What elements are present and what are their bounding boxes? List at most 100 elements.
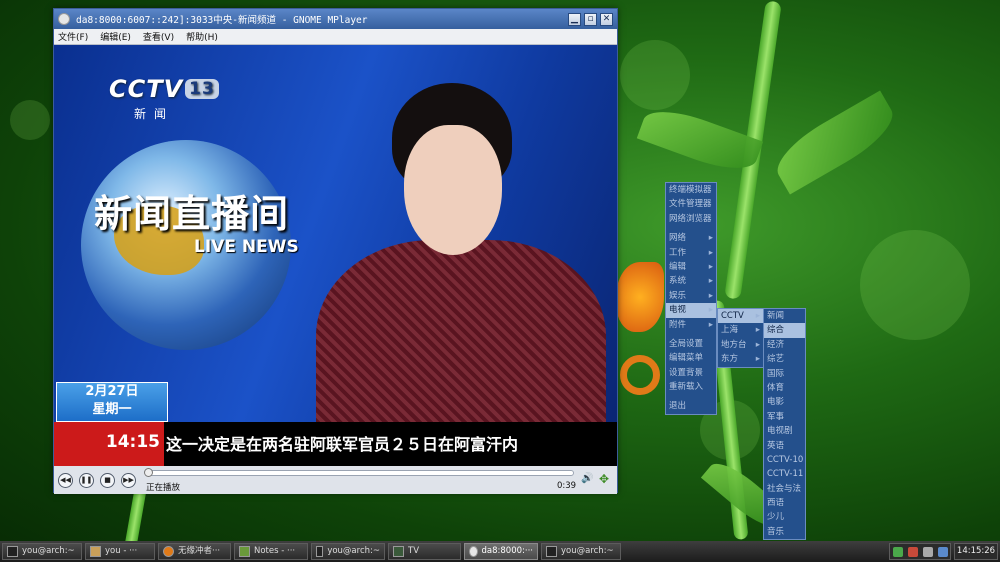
program-title: 新闻直播间 <box>94 192 290 236</box>
submenu-item-dongfang[interactable]: 东方 <box>718 352 763 367</box>
taskbar-item-label: you@arch:~ <box>22 546 75 556</box>
seek-bar[interactable] <box>144 468 574 477</box>
mplayer-app-icon[interactable] <box>58 13 70 25</box>
desktop-menu: 终端模拟器 文件管理器 网络浏览器 网络 工作 编辑 系统 娱乐 电视 附件 全… <box>665 182 717 415</box>
taskbar-item-terminal[interactable]: you@arch:~ <box>311 543 385 560</box>
taskbar-item-mplayer[interactable]: da8:8000:··· <box>464 543 538 560</box>
terminal-icon <box>7 546 18 557</box>
menu-item-work[interactable]: 工作 <box>666 246 716 261</box>
tv-submenu: CCTV 上海 地方台 东方 <box>717 308 764 368</box>
date-box: 2月27日 星期一 <box>56 382 168 422</box>
channel-item[interactable]: 西语 <box>764 496 805 510</box>
menu-item-terminal[interactable]: 终端模拟器 <box>666 183 716 197</box>
chameleon-icon <box>616 262 664 332</box>
menu-bar: 文件(F) 编辑(E) 查看(V) 帮助(H) <box>54 29 617 45</box>
system-tray <box>889 543 951 560</box>
volume-tray-icon[interactable] <box>907 546 918 557</box>
channel-item[interactable]: 英语 <box>764 439 805 453</box>
channel-item[interactable]: 电视剧 <box>764 424 805 438</box>
clock[interactable]: 14:15:26 <box>954 543 998 560</box>
fullscreen-icon[interactable]: ✥ <box>599 472 609 486</box>
rewind-icon[interactable]: ◀◀ <box>58 472 73 488</box>
window-title: da8:8000:6007::242]:3033中央-新闻频道 - GNOME … <box>76 15 368 26</box>
seek-knob[interactable] <box>144 468 153 477</box>
menu-item-edit[interactable]: 编辑 <box>666 260 716 275</box>
channel-logo-text: CCTV <box>109 75 184 103</box>
menu-item-entertainment[interactable]: 娱乐 <box>666 289 716 304</box>
title-bar[interactable]: da8:8000:6007::242]:3033中央-新闻频道 - GNOME … <box>54 9 617 29</box>
menu-item-tv[interactable]: 电视 <box>666 303 716 318</box>
channel-item[interactable]: 经济 <box>764 338 805 352</box>
menu-item-set-background[interactable]: 设置背景 <box>666 366 716 380</box>
menu-item-browser[interactable]: 网络浏览器 <box>666 212 716 226</box>
taskbar-item-label: you@arch:~ <box>327 546 380 556</box>
taskbar-item-label: TV <box>408 546 420 556</box>
taskbar-item-label: da8:8000:··· <box>481 546 533 556</box>
minimize-button[interactable]: ▁ <box>568 12 581 26</box>
menu-item-reload[interactable]: 重新载入 <box>666 380 716 394</box>
channel-item[interactable]: 体育 <box>764 381 805 395</box>
submenu-item-shanghai[interactable]: 上海 <box>718 323 763 338</box>
submenu-item-local[interactable]: 地方台 <box>718 338 763 353</box>
channel-item[interactable]: 电影 <box>764 395 805 409</box>
update-icon[interactable] <box>937 546 948 557</box>
anchor-face <box>404 125 502 255</box>
channel-item[interactable]: CCTV-11 <box>764 467 805 481</box>
taskbar-item-terminal[interactable]: you@arch:~ <box>541 543 621 560</box>
date-text: 2月27日 <box>85 384 139 399</box>
mplayer-window[interactable]: da8:8000:6007::242]:3033中央-新闻频道 - GNOME … <box>53 8 618 494</box>
submenu-item-cctv[interactable]: CCTV <box>718 309 763 324</box>
menu-help[interactable]: 帮助(H) <box>186 30 218 43</box>
channel-subtitle: 新闻 <box>134 107 175 121</box>
playback-status: 正在播放 <box>146 483 181 493</box>
firefox-icon <box>163 546 174 557</box>
tv-icon <box>393 546 404 557</box>
taskbar-item-label: 无缘冲者··· <box>178 546 221 556</box>
video-area[interactable]: CCTV 13 新闻 新闻直播间 LIVE NEWS 2月27日 星期一 14:1… <box>54 45 617 466</box>
channel-number: 13 <box>185 79 219 99</box>
menu-item-global-settings[interactable]: 全局设置 <box>666 337 716 351</box>
stop-icon[interactable]: ■ <box>100 472 115 488</box>
menu-item-system[interactable]: 系统 <box>666 274 716 289</box>
menu-item-network[interactable]: 网络 <box>666 231 716 246</box>
maximize-button[interactable]: ▫ <box>584 12 597 26</box>
channel-item[interactable]: 国际 <box>764 367 805 381</box>
taskbar-item-terminal[interactable]: you@arch:~ <box>2 543 82 560</box>
menu-file[interactable]: 文件(F) <box>58 30 88 43</box>
taskbar-item-tv[interactable]: TV <box>388 543 461 560</box>
pause-icon[interactable]: ❚❚ <box>79 472 94 488</box>
weekday-text: 星期一 <box>92 402 132 417</box>
chameleon-tail-icon <box>620 355 660 395</box>
ticker-time: 14:15 <box>54 422 164 466</box>
taskbar-item-firefox[interactable]: 无缘冲者··· <box>158 543 231 560</box>
channel-item[interactable]: 少儿 <box>764 510 805 524</box>
close-button[interactable]: ✕ <box>600 12 613 26</box>
channel-item[interactable]: 军事 <box>764 410 805 424</box>
network-icon[interactable] <box>892 546 903 557</box>
terminal-icon <box>316 546 324 557</box>
fast-forward-icon[interactable]: ▶▶ <box>121 472 136 488</box>
channel-item[interactable]: 新闻 <box>764 309 805 323</box>
channel-item[interactable]: 社会与法 <box>764 482 805 496</box>
taskbar-item-folder[interactable]: you - ··· <box>85 543 155 560</box>
folder-icon <box>90 546 101 557</box>
taskbar-item-label: Notes - ··· <box>254 546 296 556</box>
channel-logo: CCTV 13 <box>109 75 219 103</box>
menu-view[interactable]: 查看(V) <box>143 30 174 43</box>
channel-item[interactable]: 音乐 <box>764 525 805 539</box>
volume-icon[interactable]: 🔊 <box>581 473 593 484</box>
printer-icon[interactable] <box>922 546 933 557</box>
menu-item-exit[interactable]: 退出 <box>666 399 716 413</box>
channel-item[interactable]: CCTV-10 <box>764 453 805 467</box>
menu-item-edit-menu[interactable]: 编辑菜单 <box>666 351 716 365</box>
channel-item[interactable]: 综艺 <box>764 352 805 366</box>
playback-controls: ◀◀ ❚❚ ■ ▶▶ 正在播放 0:39 🔊 ✥ <box>54 466 617 494</box>
menu-edit[interactable]: 编辑(E) <box>100 30 131 43</box>
channel-item[interactable]: 综合 <box>764 323 805 338</box>
menu-item-accessories[interactable]: 附件 <box>666 318 716 333</box>
menu-item-file-manager[interactable]: 文件管理器 <box>666 197 716 211</box>
taskbar-item-label: you - ··· <box>105 546 138 556</box>
notes-icon <box>239 546 250 557</box>
taskbar-item-notes[interactable]: Notes - ··· <box>234 543 308 560</box>
program-subtitle: LIVE NEWS <box>194 237 299 257</box>
